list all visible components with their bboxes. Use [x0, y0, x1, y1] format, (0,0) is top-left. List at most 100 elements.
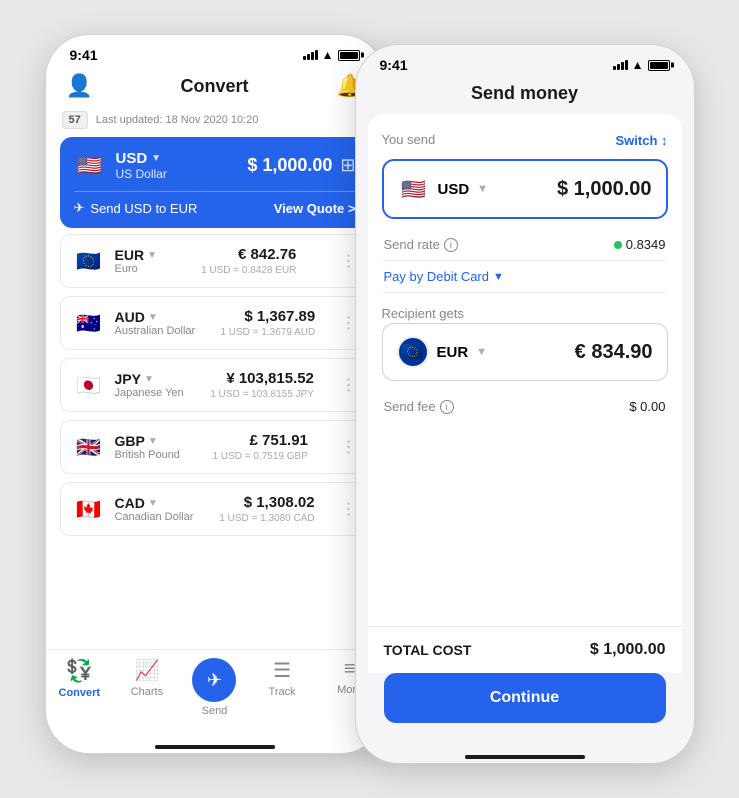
continue-button[interactable]: Continue [384, 673, 666, 723]
item-right: € 842.76 1 USD = 0.8428 EUR [201, 246, 296, 276]
list-item[interactable]: 🇪🇺 EUR ▼ Euro € 842.76 1 USD = 0.8428 EU… [60, 234, 370, 288]
pay-method-btn[interactable]: Pay by Debit Card ▼ [384, 269, 504, 284]
app-header: 👤 Convert 🔔 [46, 67, 384, 107]
usd-flag: 🇺🇸 [74, 149, 106, 181]
total-cost-label: TOTAL COST [384, 642, 472, 658]
item-code: GBP ▼ [115, 433, 180, 449]
item-code: JPY ▼ [115, 371, 184, 387]
item-right: $ 1,367.89 1 USD = 1.3679 AUD [220, 308, 315, 338]
signal-icon-2 [613, 60, 628, 70]
battery-icon [338, 50, 360, 61]
phone-convert: 9:41 ▲ 👤 Convert 🔔 57 L [45, 34, 385, 754]
item-amount: £ 751.91 [250, 432, 308, 449]
you-send-amount: $ 1,000.00 [557, 178, 652, 201]
currency-left: 🇺🇸 USD ▼ US Dollar [74, 149, 167, 181]
send-fee-label: Send fee i [384, 399, 454, 414]
charts-tab-label: Charts [131, 686, 163, 698]
currency-dropdown-icon[interactable]: ▼ [151, 153, 161, 164]
battery-icon-2 [648, 60, 670, 71]
home-bar-2 [465, 755, 585, 759]
recipient-card[interactable]: 🇪🇺 EUR ▼ € 834.90 [382, 323, 668, 381]
send-plane-icon: ✈ [74, 200, 85, 216]
pay-method-chevron: ▼ [493, 271, 504, 283]
send-quote-row: ✈ Send USD to EUR View Quote > [74, 191, 356, 216]
list-item[interactable]: 🇬🇧 GBP ▼ British Pound £ 751.91 1 USD = … [60, 420, 370, 474]
item-fullname: Australian Dollar [115, 325, 196, 337]
you-send-card[interactable]: 🇺🇸 USD ▼ $ 1,000.00 [382, 159, 668, 219]
home-bar [155, 745, 275, 749]
from-currency-chevron: ▼ [477, 183, 488, 195]
recipient-section: Recipient gets 🇪🇺 EUR ▼ € 834.90 [382, 305, 668, 381]
eur-flag-recipient: 🇪🇺 [397, 336, 429, 368]
list-item[interactable]: 🇨🇦 CAD ▼ Canadian Dollar $ 1,308.02 1 US… [60, 482, 370, 536]
tab-track[interactable]: ☰ Track [248, 658, 316, 717]
item-code: CAD ▼ [115, 495, 194, 511]
currency-list: 🇪🇺 EUR ▼ Euro € 842.76 1 USD = 0.8428 EU… [46, 234, 384, 649]
usd-flag-send: 🇺🇸 [398, 173, 430, 205]
update-badge: 57 [62, 111, 88, 129]
signal-icon [303, 50, 318, 60]
wifi-icon-2: ▲ [632, 58, 644, 72]
tab-send[interactable]: ✈ Send [181, 658, 249, 717]
convert-tab-label: Convert [59, 687, 101, 699]
item-rate: 1 USD = 103.8155 JPY [210, 389, 314, 400]
from-currency-select[interactable]: 🇺🇸 USD ▼ [398, 173, 489, 205]
aud-flag-icon: 🇦🇺 [73, 307, 105, 339]
convert-tab-icon: 💱 [66, 658, 93, 684]
send-fee-value: $ 0.00 [629, 399, 665, 414]
gbp-flag-icon: 🇬🇧 [73, 431, 105, 463]
item-right: £ 751.91 1 USD = 0.7519 GBP [213, 432, 308, 462]
item-left: 🇪🇺 EUR ▼ Euro [73, 245, 157, 277]
tab-bar: 💱 Convert 📈 Charts ✈ Send ☰ Track ≡ More [46, 649, 384, 733]
switch-button[interactable]: Switch ↕ [615, 133, 667, 148]
calculator-icon[interactable]: ⊞ [340, 155, 355, 176]
pay-method-row[interactable]: Pay by Debit Card ▼ [382, 261, 668, 293]
item-fullname: Canadian Dollar [115, 511, 194, 523]
item-right: ¥ 103,815.52 1 USD = 103.8155 JPY [210, 370, 314, 400]
status-bar-2: 9:41 ▲ [356, 45, 694, 77]
from-currency-code: USD [438, 181, 470, 198]
send-rate-label: Send rate i [384, 237, 458, 252]
send-rate-info-icon[interactable]: i [444, 238, 458, 252]
send-tab-btn[interactable]: ✈ [192, 658, 236, 702]
profile-icon[interactable]: 👤 [66, 73, 93, 99]
home-indicator [46, 733, 384, 753]
send-fee-row: Send fee i $ 0.00 [382, 391, 668, 422]
tab-convert[interactable]: 💱 Convert [46, 658, 114, 717]
main-currency-card[interactable]: 🇺🇸 USD ▼ US Dollar $ 1,000.00 ⊞ [60, 137, 370, 228]
send-rate-row: Send rate i 0.8349 [382, 229, 668, 261]
home-indicator-2 [356, 743, 694, 763]
item-name: AUD ▼ Australian Dollar [115, 309, 196, 337]
item-name: EUR ▼ Euro [115, 247, 157, 275]
main-amount: $ 1,000.00 [247, 155, 332, 176]
phone-send-money: 9:41 ▲ Send money You send [355, 44, 695, 764]
currency-fullname: US Dollar [116, 167, 167, 181]
phones-container: 9:41 ▲ 👤 Convert 🔔 57 L [25, 14, 715, 784]
continue-btn-container: Continue [356, 673, 694, 743]
item-fullname: Euro [115, 263, 157, 275]
item-code: EUR ▼ [115, 247, 157, 263]
send-fee-info-icon[interactable]: i [440, 400, 454, 414]
item-rate: 1 USD = 1.3679 AUD [220, 327, 315, 338]
view-quote-btn[interactable]: View Quote > [274, 201, 356, 216]
tab-charts[interactable]: 📈 Charts [113, 658, 181, 717]
list-item[interactable]: 🇦🇺 AUD ▼ Australian Dollar $ 1,367.89 1 … [60, 296, 370, 350]
eur-flag-icon: 🇪🇺 [73, 245, 105, 277]
item-name: JPY ▼ Japanese Yen [115, 371, 184, 399]
to-currency-chevron: ▼ [476, 346, 487, 358]
total-cost-row: TOTAL COST $ 1,000.00 [368, 626, 682, 673]
currency-code: USD ▼ [116, 150, 167, 167]
item-rate: 1 USD = 0.7519 GBP [213, 451, 308, 462]
item-left: 🇦🇺 AUD ▼ Australian Dollar [73, 307, 196, 339]
item-rate: 1 USD = 0.8428 EUR [201, 265, 296, 276]
send-rate-value: 0.8349 [614, 237, 666, 252]
item-left: 🇯🇵 JPY ▼ Japanese Yen [73, 369, 184, 401]
item-name: GBP ▼ British Pound [115, 433, 180, 461]
item-amount: € 842.76 [238, 246, 296, 263]
track-tab-icon: ☰ [273, 658, 291, 683]
to-currency-select[interactable]: 🇪🇺 EUR ▼ [397, 336, 488, 368]
track-tab-label: Track [269, 686, 296, 698]
list-item[interactable]: 🇯🇵 JPY ▼ Japanese Yen ¥ 103,815.52 1 USD… [60, 358, 370, 412]
item-name: CAD ▼ Canadian Dollar [115, 495, 194, 523]
status-bar-1: 9:41 ▲ [46, 35, 384, 67]
